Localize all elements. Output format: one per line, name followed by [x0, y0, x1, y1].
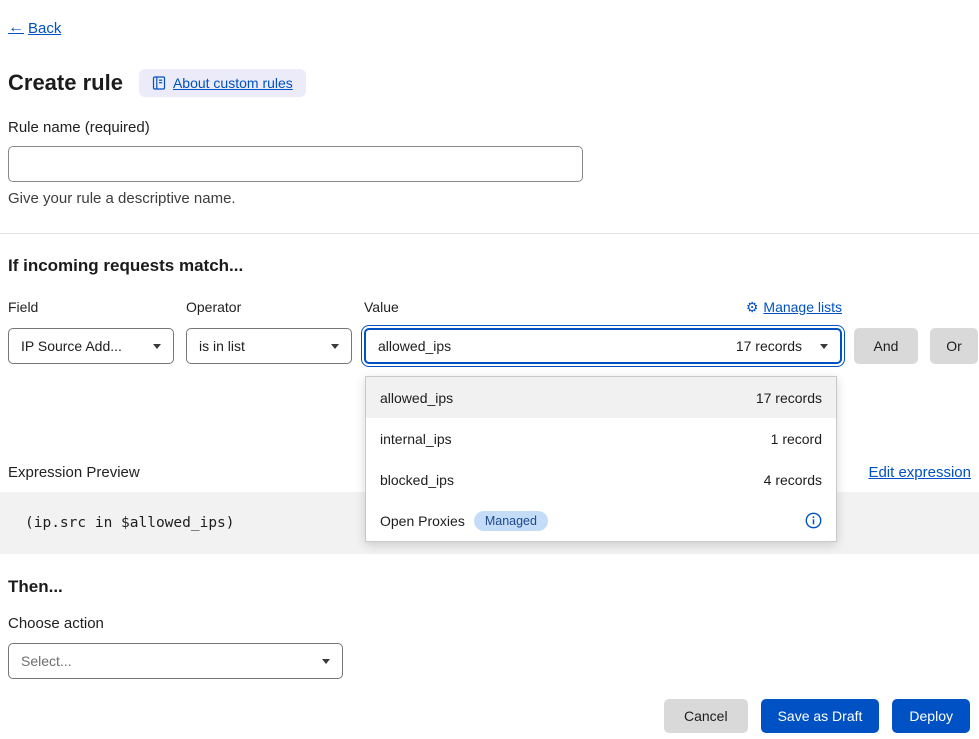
list-option-label: Open Proxies	[380, 513, 465, 529]
chevron-down-icon	[820, 344, 828, 349]
title-row: Create rule About custom rules	[0, 69, 979, 97]
and-button[interactable]: And	[854, 328, 918, 364]
list-option-label: internal_ips	[380, 431, 452, 447]
value-column-label: Value	[364, 299, 399, 315]
chevron-down-icon	[153, 344, 161, 349]
rule-name-input[interactable]	[8, 146, 583, 182]
value-select-value: allowed_ips	[378, 338, 451, 354]
action-select[interactable]: Select...	[8, 643, 343, 679]
manage-lists-label: Manage lists	[763, 299, 842, 315]
match-column-labels: Field Operator Value ⚙ Manage lists	[0, 299, 979, 315]
list-option-blocked-ips[interactable]: blocked_ips 4 records	[366, 459, 836, 500]
about-custom-rules-label: About custom rules	[173, 75, 293, 91]
field-select[interactable]: IP Source Add...	[8, 328, 174, 364]
create-rule-page: ← Back Create rule About custom rules Ru…	[0, 0, 979, 739]
expression-preview-label: Expression Preview	[8, 464, 140, 481]
list-option-open-proxies[interactable]: Open Proxies Managed	[366, 500, 836, 541]
list-option-records: 1 record	[771, 431, 822, 447]
list-option-label: blocked_ips	[380, 472, 454, 488]
rule-name-row	[0, 146, 979, 182]
or-button[interactable]: Or	[930, 328, 978, 364]
field-select-value: IP Source Add...	[21, 338, 122, 354]
list-option-allowed-ips[interactable]: allowed_ips 17 records	[366, 377, 836, 418]
match-section-heading: If incoming requests match...	[0, 256, 979, 276]
expression-code: (ip.src in $allowed_ips)	[25, 515, 235, 531]
cancel-button[interactable]: Cancel	[664, 699, 748, 733]
section-divider	[0, 233, 979, 234]
managed-badge: Managed	[474, 511, 548, 531]
choose-action-label: Choose action	[0, 615, 979, 632]
deploy-button[interactable]: Deploy	[892, 699, 970, 733]
list-option-records: 4 records	[764, 472, 822, 488]
save-as-draft-button[interactable]: Save as Draft	[761, 699, 880, 733]
chevron-down-icon	[331, 344, 339, 349]
back-row: ← Back	[0, 0, 979, 37]
then-section-heading: Then...	[0, 577, 979, 597]
rule-name-helper: Give your rule a descriptive name.	[0, 190, 979, 207]
list-option-label: allowed_ips	[380, 390, 453, 406]
value-select[interactable]: allowed_ips 17 records	[364, 328, 842, 364]
page-title: Create rule	[8, 70, 123, 96]
value-select-records: 17 records	[736, 338, 802, 354]
info-icon[interactable]	[805, 512, 822, 529]
value-column-label-cell: Value ⚙ Manage lists	[364, 299, 842, 315]
gear-icon: ⚙	[746, 300, 759, 314]
list-option-records: 17 records	[756, 390, 822, 406]
operator-column-label: Operator	[186, 299, 352, 315]
footer-actions: Cancel Save as Draft Deploy	[0, 699, 979, 733]
back-arrow-icon: ←	[8, 19, 24, 37]
operator-select-value: is in list	[199, 338, 245, 354]
operator-select[interactable]: is in list	[186, 328, 352, 364]
list-option-internal-ips[interactable]: internal_ips 1 record	[366, 418, 836, 459]
manage-lists-link[interactable]: ⚙ Manage lists	[746, 299, 842, 315]
book-icon	[152, 76, 166, 90]
back-link[interactable]: ← Back	[8, 19, 61, 37]
about-custom-rules-link[interactable]: About custom rules	[139, 69, 306, 97]
list-dropdown-menu: allowed_ips 17 records internal_ips 1 re…	[365, 376, 837, 542]
rule-name-label: Rule name (required)	[0, 119, 979, 136]
edit-expression-link[interactable]: Edit expression	[868, 464, 971, 481]
match-condition-row: IP Source Add... is in list allowed_ips …	[0, 328, 979, 364]
value-select-wrap: allowed_ips 17 records allowed_ips 17 re…	[364, 328, 842, 364]
action-select-placeholder: Select...	[21, 653, 72, 669]
chevron-down-icon	[322, 659, 330, 664]
back-label: Back	[28, 20, 61, 37]
field-column-label: Field	[8, 299, 174, 315]
